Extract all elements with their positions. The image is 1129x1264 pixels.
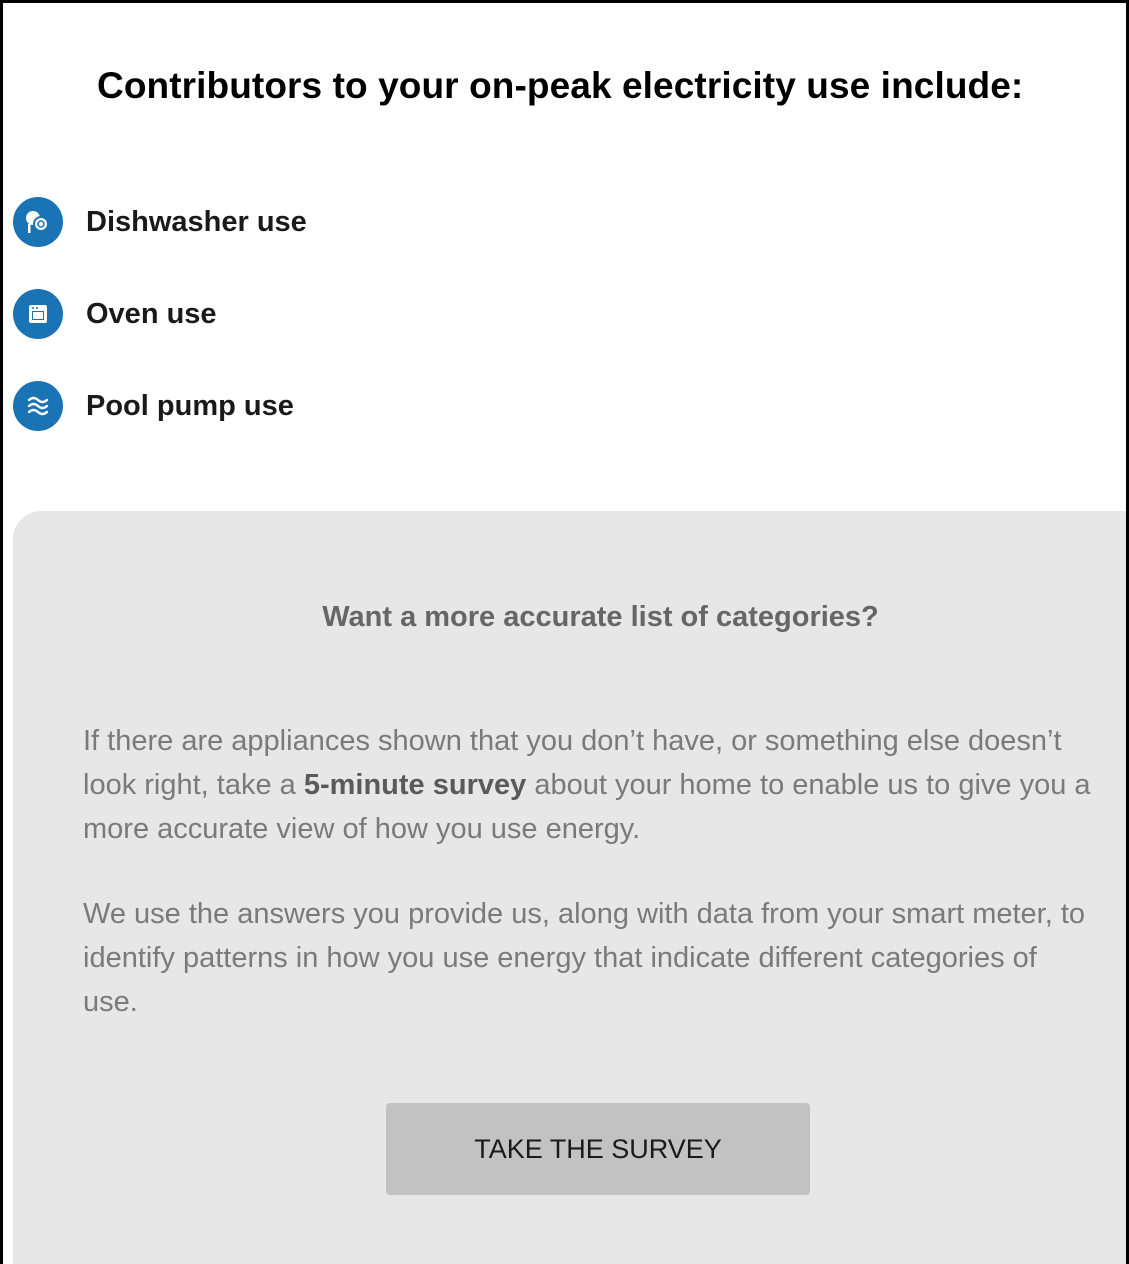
survey-explanation: We use the answers you provide us, along… (83, 898, 1086, 1018)
take-survey-button[interactable]: TAKE THE SURVEY (386, 1103, 810, 1195)
survey-description: If there are appliances shown that you d… (83, 719, 1093, 851)
survey-duration-emphasis: 5-minute survey (303, 769, 527, 801)
survey-panel: Want a more accurate list of categories?… (13, 511, 1126, 1264)
contributor-item-dishwasher: Dishwasher use (13, 196, 307, 248)
contributor-item-oven: Oven use (13, 288, 217, 340)
contributor-item-pool-pump: Pool pump use (13, 380, 294, 432)
contributor-label: Dishwasher use (86, 205, 307, 238)
page-frame: Contributors to your on-peak electricity… (0, 0, 1129, 1264)
dishwasher-icon (13, 197, 63, 247)
contributor-label: Oven use (86, 297, 217, 330)
page-title: Contributors to your on-peak electricity… (97, 65, 1024, 106)
survey-heading: Want a more accurate list of categories? (322, 601, 879, 633)
contributor-label: Pool pump use (86, 389, 294, 422)
pool-pump-icon (13, 381, 63, 431)
oven-icon (13, 289, 63, 339)
